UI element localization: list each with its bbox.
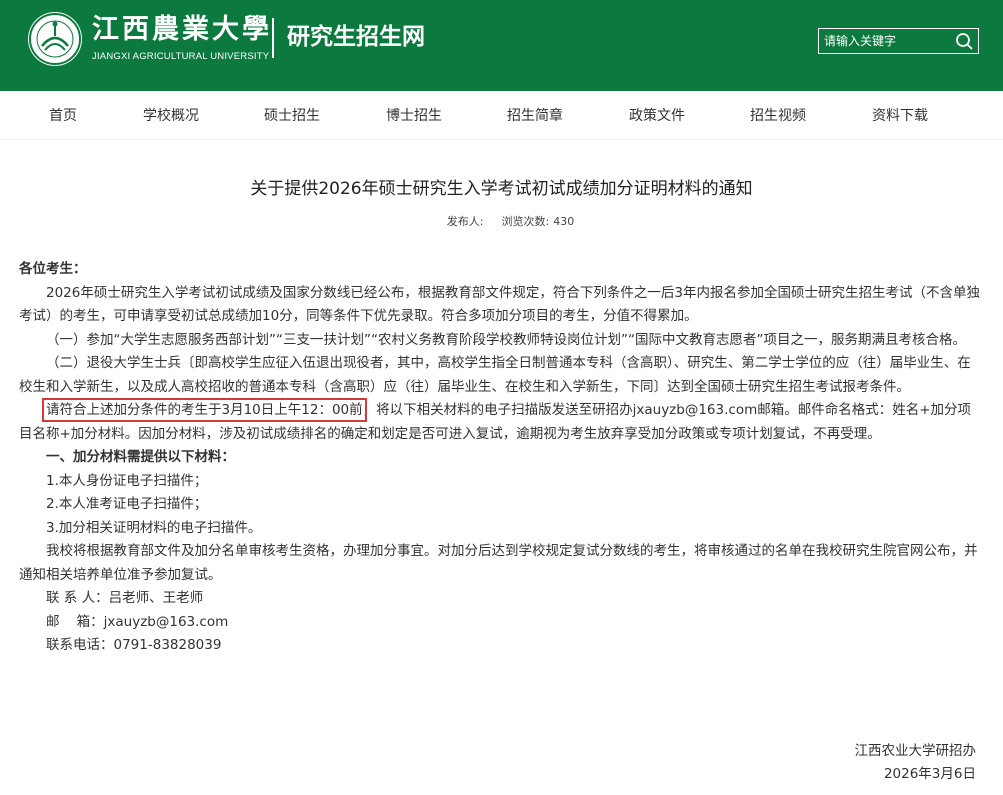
section-heading: 一、加分材料需提供以下材料： [46, 449, 235, 465]
signoff-date: 2026年3月6日 [883, 766, 976, 782]
deadline-highlight: 请符合上述加分条件的考生于3月10日上午12：00前 [42, 398, 367, 422]
views-label: 浏览次数: [501, 215, 550, 228]
nav-item-brochure[interactable]: 招生简章 [507, 105, 563, 125]
publisher-label: 发布人: [446, 215, 484, 228]
university-name-en: JIANGXI AGRICULTURAL UNIVERSITY [92, 51, 270, 62]
logo-divider [272, 18, 274, 58]
search-box [818, 28, 979, 54]
list-item: 2.本人准考证电子扫描件； [46, 496, 208, 512]
signoff: 江西农业大学研招办 2026年3月6日 [855, 740, 977, 786]
contact-phone: 联系电话：0791-83828039 [46, 637, 222, 653]
article-title: 关于提供2026年硕士研究生入学考试初试成绩加分证明材料的通知 [250, 179, 753, 199]
signoff-org: 江西农业大学研招办 [854, 743, 977, 759]
paragraph-condition-2: （二）退役大学生士兵〔即高校学生应征入伍退出现役者，其中，高校学生指全日制普通本… [19, 355, 971, 395]
greeting: 各位考生： [19, 261, 87, 277]
paragraph-intro: 2026年硕士研究生入学考试初试成绩及国家分数线已经公布，根据教育部文件规定，符… [19, 284, 980, 325]
contact-email[interactable]: 邮 箱：jxauyzb@163.com [19, 611, 981, 635]
nav-item-about[interactable]: 学校概况 [143, 105, 199, 125]
search-input[interactable] [819, 29, 949, 53]
views-count: 430 [553, 215, 575, 228]
university-name-cn[interactable]: 江西農業大學 [92, 14, 272, 46]
nav-item-doctoral[interactable]: 博士招生 [386, 105, 442, 125]
site-header: 江西農業大學 JIANGXI AGRICULTURAL UNIVERSITY 研… [0, 0, 1003, 91]
list-item: 3.加分相关证明材料的电子扫描件。 [46, 519, 262, 536]
paragraph-condition-1: （一）参加“大学生志愿服务西部计划”“三支一扶计划”“农村义务教育阶段学校教师特… [46, 331, 966, 348]
site-name[interactable]: 研究生招生网 [287, 21, 425, 53]
list-item: 1.本人身份证电子扫描件； [46, 472, 208, 489]
search-icon[interactable] [954, 31, 974, 51]
paragraph-review: 我校将根据教育部文件及加分名单审核考生资格，办理加分事宜。对加分后达到学校规定复… [19, 543, 978, 583]
nav-item-policy[interactable]: 政策文件 [629, 105, 685, 125]
nav-item-video[interactable]: 招生视频 [750, 105, 806, 125]
nav-item-downloads[interactable]: 资料下载 [872, 105, 928, 125]
nav-item-home[interactable]: 首页 [49, 105, 77, 125]
contact-person: 联 系 人：吕老师、王老师 [46, 590, 204, 606]
article-body: 各位考生： 2026年硕士研究生入学考试初试成绩及国家分数线已经公布，根据教育部… [19, 258, 981, 658]
main-nav: 首页 学校概况 硕士招生 博士招生 招生简章 政策文件 招生视频 资料下载 [0, 91, 1003, 140]
article-meta: 发布人: 浏览次数: 430 [0, 213, 1003, 229]
nav-item-masters[interactable]: 硕士招生 [264, 105, 320, 125]
university-emblem-icon[interactable] [28, 12, 82, 66]
paragraph-deadline: 请符合上述加分条件的考生于3月10日上午12：00前，将以下相关材料的电子扫描版… [19, 398, 981, 446]
